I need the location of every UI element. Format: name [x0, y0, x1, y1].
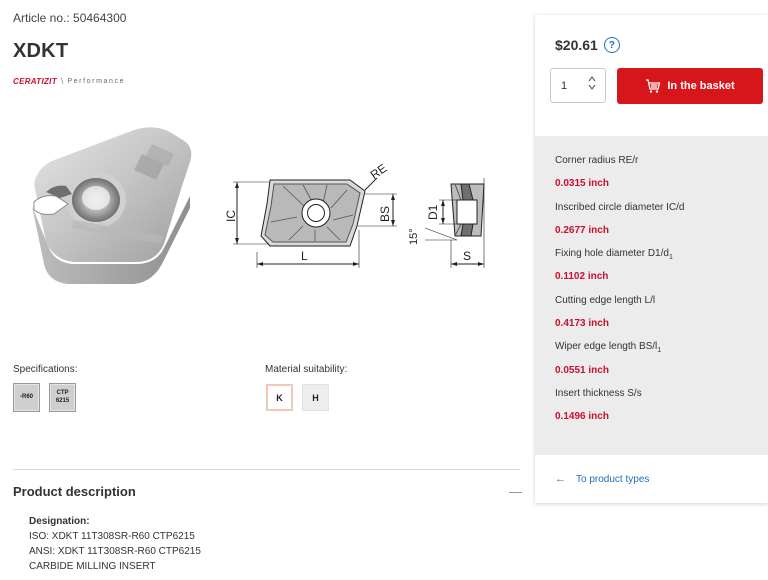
- page-title: XDKT: [13, 40, 69, 62]
- collapse-toggle[interactable]: —: [509, 484, 522, 499]
- material-badge-h[interactable]: H: [302, 384, 329, 411]
- property-value: 0.0551 inch: [555, 364, 609, 376]
- spec-badge-text: CTP: [56, 389, 69, 396]
- add-to-basket-button[interactable]: In the basket: [617, 68, 763, 104]
- property-name: Corner radius RE/r: [555, 155, 639, 166]
- price: $20.61: [555, 37, 598, 53]
- back-link-label: To product types: [576, 473, 650, 485]
- specifications-label: Specifications:: [13, 364, 78, 375]
- material-suitability-label: Material suitability:: [265, 364, 348, 375]
- question-circle-icon[interactable]: ?: [603, 37, 620, 53]
- quantity-value: 1: [561, 79, 568, 92]
- specification-badges: -R60 CTP 6215: [13, 383, 76, 412]
- product-image: [32, 127, 192, 284]
- property-name: Insert thickness S/s: [555, 387, 642, 399]
- arrow-left-icon: ←: [555, 473, 566, 485]
- material-badges: K H: [266, 384, 329, 411]
- brand-separator: \: [60, 76, 64, 86]
- property-value: 0.1102 inch: [555, 271, 609, 283]
- chevron-up-icon[interactable]: [588, 76, 596, 82]
- product-description-body: Designation: ISO: XDKT 11T308SR-R60 CTP6…: [29, 514, 201, 574]
- product-description-title: Product description: [13, 484, 136, 499]
- property-name: Inscribed circle diameter IC/d: [555, 201, 685, 213]
- designation-ansi: ANSI: XDKT 11T308SR-R60 CTP6215: [29, 546, 201, 557]
- property-name-main: Fixing hole diameter D1/d: [555, 248, 669, 260]
- property-name: Fixing hole diameter D1/d1: [555, 248, 685, 271]
- material-badge-k[interactable]: K: [266, 384, 293, 411]
- property-name-subscript: 1: [657, 347, 662, 355]
- basket-button-label: In the basket: [667, 80, 735, 92]
- spec-badge-ctp6215[interactable]: CTP 6215: [49, 383, 76, 412]
- property-name: Cutting edge length L/l: [555, 294, 656, 306]
- property-name: Wiper edge length BS/l1: [555, 341, 685, 364]
- designation-iso: ISO: XDKT 11T308SR-R60 CTP6215: [29, 531, 195, 542]
- drawing-label-l: L: [301, 249, 308, 263]
- property-name-subscript: 1: [668, 254, 673, 262]
- property-name-main: Wiper edge length BS/l: [555, 341, 658, 353]
- chevron-down-icon[interactable]: [588, 84, 596, 90]
- quantity-stepper[interactable]: 1: [550, 68, 606, 103]
- property-value: 0.2677 inch: [555, 224, 609, 236]
- technical-drawing: RE IC BS 15° L D1 S: [225, 161, 485, 268]
- drawing-label-ic: IC: [225, 210, 238, 222]
- product-properties: Corner radius RE/r 0.0315 inch Inscribed…: [535, 136, 768, 455]
- spec-badge-r60[interactable]: -R60: [13, 383, 40, 412]
- designation-type: CARBIDE MILLING INSERT: [29, 561, 156, 572]
- property-value: 0.0315 inch: [555, 178, 609, 190]
- drawing-label-s: S: [463, 249, 471, 263]
- property-list: Corner radius RE/r 0.0315 inch Inscribed…: [555, 155, 685, 435]
- shopping-cart-icon: [646, 79, 661, 93]
- drawing-label-angle: 15°: [408, 228, 420, 245]
- price-row: $20.61 ?: [555, 37, 620, 53]
- brand-logo: CERATIZIT \ Performance: [13, 76, 125, 86]
- brand-line: Performance: [67, 77, 126, 85]
- section-divider: [13, 469, 520, 470]
- purchase-panel: $20.61 ? 1 In the basket Corner radius R…: [535, 15, 768, 503]
- back-to-product-types-link[interactable]: ← To product types: [555, 473, 649, 485]
- brand-name: CERATIZIT: [13, 76, 57, 86]
- article-number: Article no.: 50464300: [13, 11, 127, 25]
- drawing-label-re: RE: [368, 161, 390, 182]
- drawing-label-d1: D1: [426, 204, 440, 220]
- spec-badge-text: 6215: [55, 397, 70, 404]
- quantity-arrows: [588, 76, 596, 90]
- property-value: 0.1496 inch: [555, 411, 609, 423]
- designation-label: Designation:: [29, 516, 90, 527]
- property-value: 0.4173 inch: [555, 318, 609, 330]
- drawing-label-bs: BS: [378, 206, 392, 222]
- spec-badge-text: -R60: [19, 393, 33, 400]
